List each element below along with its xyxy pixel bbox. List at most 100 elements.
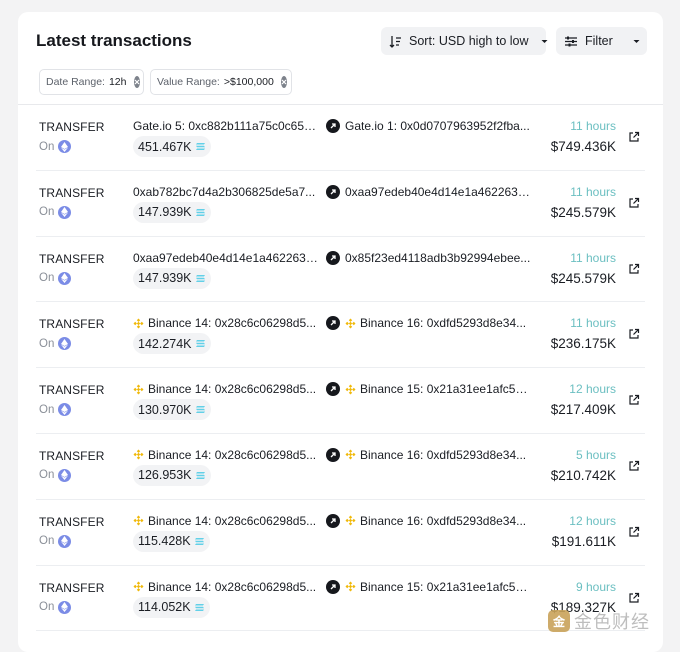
amount-value: 114.052K xyxy=(138,600,191,615)
chip-value: 12h xyxy=(108,76,127,88)
binance-icon xyxy=(345,449,356,460)
arrow-up-right-icon xyxy=(326,316,340,331)
tx-to[interactable]: Binance 16: 0xdfd5293d8e34... xyxy=(345,448,533,462)
tx-usd: $245.579K xyxy=(550,270,616,286)
external-link-icon[interactable] xyxy=(628,328,640,340)
tx-amount: 126.953K xyxy=(133,464,211,486)
external-link-icon[interactable] xyxy=(628,526,640,538)
tx-chain: On xyxy=(39,534,72,548)
tx-usd: $210.742K xyxy=(550,467,616,483)
close-icon[interactable] xyxy=(280,76,287,88)
token-icon xyxy=(195,471,205,479)
transaction-row[interactable]: TRANSFER On Binance 14: 0x28c6c06298d5..… xyxy=(18,302,663,369)
external-link-icon[interactable] xyxy=(628,263,640,275)
tx-usd: $191.611K xyxy=(551,533,616,549)
chain-label: On xyxy=(39,206,55,219)
watermark: 金 金色财经 xyxy=(548,606,674,636)
sort-label: Sort: USD high to low xyxy=(409,34,529,48)
tx-amount: 451.467K xyxy=(133,136,211,157)
chain-label: On xyxy=(39,535,55,548)
from-address: Gate.io 5: 0xc882b111a75c0c657f... xyxy=(133,119,321,133)
external-link-icon[interactable] xyxy=(628,394,640,406)
amount-value: 147.939K xyxy=(138,271,192,286)
token-icon xyxy=(194,537,204,545)
external-link-icon[interactable] xyxy=(628,131,640,143)
transactions-list: TRANSFER On Gate.io 5: 0xc882b111a75c0c6… xyxy=(18,105,663,632)
tx-from[interactable]: 0xaa97edeb40e4d14e1a462263d... xyxy=(133,251,321,265)
tx-from[interactable]: Binance 14: 0x28c6c06298d5... xyxy=(133,448,321,462)
tx-time: 11 hours xyxy=(570,316,616,331)
tx-from[interactable]: Binance 14: 0x28c6c06298d5... xyxy=(133,580,321,594)
sort-dropdown[interactable]: Sort: USD high to low xyxy=(381,27,547,55)
external-link-icon[interactable] xyxy=(628,592,640,604)
to-address: 0xaa97edeb40e4d14e1a462263d... xyxy=(345,184,533,199)
tx-chain: On xyxy=(39,271,72,285)
arrow-up-right-icon xyxy=(326,382,340,397)
tx-to[interactable]: Binance 15: 0x21a31ee1afc51d... xyxy=(345,580,533,594)
from-address: 0xab782bc7d4a2b306825de5a7... xyxy=(133,184,316,199)
tx-to[interactable]: Binance 15: 0x21a31ee1afc51d... xyxy=(345,382,533,396)
tx-to[interactable]: 0x85f23ed4118adb3b92994ebee... xyxy=(345,251,533,265)
chain-label: On xyxy=(39,140,55,153)
tx-type: TRANSFER xyxy=(39,120,105,134)
external-link-icon[interactable] xyxy=(628,460,640,472)
tx-type: TRANSFER xyxy=(39,317,105,332)
tx-amount: 142.274K xyxy=(133,333,211,355)
external-link-icon[interactable] xyxy=(628,197,640,209)
tx-time: 11 hours xyxy=(570,119,616,133)
date-range-chip[interactable]: Date Range: 12h xyxy=(39,69,144,95)
tx-time: 11 hours xyxy=(570,184,616,199)
chevron-down-icon xyxy=(541,39,547,43)
from-address: Binance 14: 0x28c6c06298d5... xyxy=(148,513,317,528)
ethereum-icon xyxy=(58,403,72,417)
token-icon xyxy=(195,406,205,414)
amount-value: 142.274K xyxy=(138,336,192,351)
tx-amount: 115.428K xyxy=(133,530,210,552)
filter-button[interactable]: Filter xyxy=(556,27,647,55)
tx-to[interactable]: Binance 16: 0xdfd5293d8e34... xyxy=(345,514,533,528)
transaction-row[interactable]: TRANSFER On Gate.io 5: 0xc882b111a75c0c6… xyxy=(18,105,663,171)
chain-label: On xyxy=(39,601,55,614)
from-address: Binance 14: 0x28c6c06298d5... xyxy=(148,447,317,462)
token-icon xyxy=(194,603,204,611)
tx-time: 12 hours xyxy=(569,382,616,397)
transaction-row[interactable]: TRANSFER On Binance 14: 0x28c6c06298d5..… xyxy=(18,434,663,500)
close-icon[interactable] xyxy=(133,76,140,88)
arrow-up-right-icon xyxy=(326,184,340,199)
tx-usd: $749.436K xyxy=(550,139,616,154)
token-icon xyxy=(195,143,205,150)
tx-from[interactable]: 0xab782bc7d4a2b306825de5a7... xyxy=(133,185,321,199)
tx-from[interactable]: Binance 14: 0x28c6c06298d5... xyxy=(133,514,321,528)
tx-from[interactable]: Gate.io 5: 0xc882b111a75c0c657f... xyxy=(133,119,321,133)
tx-type: TRANSFER xyxy=(39,251,105,266)
ethereum-icon xyxy=(58,271,72,285)
chip-key: Date Range: xyxy=(46,76,105,88)
amount-value: 147.939K xyxy=(138,205,192,220)
tx-from[interactable]: Binance 14: 0x28c6c06298d5... xyxy=(133,316,321,330)
watermark-logo: 金 xyxy=(548,610,570,632)
filter-sliders-icon xyxy=(565,36,577,46)
tx-to[interactable]: Binance 16: 0xdfd5293d8e34... xyxy=(345,316,533,330)
tx-time: 5 hours xyxy=(575,447,616,462)
value-range-chip[interactable]: Value Range: >$100,000 xyxy=(150,69,292,95)
tx-from[interactable]: Binance 14: 0x28c6c06298d5... xyxy=(133,382,321,396)
ethereum-icon xyxy=(58,205,72,219)
tx-to[interactable]: Gate.io 1: 0x0d0707963952f2fba... xyxy=(345,119,533,133)
transaction-row[interactable]: TRANSFER On Binance 14: 0x28c6c06298d5..… xyxy=(18,368,663,434)
tx-type: TRANSFER xyxy=(39,580,105,595)
token-icon xyxy=(195,274,205,282)
to-address: Binance 16: 0xdfd5293d8e34... xyxy=(360,316,527,331)
chip-key: Value Range: xyxy=(157,76,220,88)
tx-amount: 147.939K xyxy=(133,267,211,289)
tx-to[interactable]: 0xaa97edeb40e4d14e1a462263d... xyxy=(345,185,533,199)
from-address: 0xaa97edeb40e4d14e1a462263d... xyxy=(133,250,321,265)
transaction-row[interactable]: TRANSFER On Binance 14: 0x28c6c06298d5..… xyxy=(18,500,663,566)
transaction-row[interactable]: TRANSFER On 0xab782bc7d4a2b306825de5a7..… xyxy=(18,171,663,237)
transaction-row[interactable]: TRANSFER On 0xaa97edeb40e4d14e1a462263d.… xyxy=(18,237,663,303)
arrow-up-right-icon xyxy=(326,119,340,133)
arrow-up-right-icon xyxy=(326,250,340,265)
token-icon xyxy=(195,208,205,216)
to-address: Binance 16: 0xdfd5293d8e34... xyxy=(360,447,527,462)
binance-icon xyxy=(133,449,144,460)
tx-type: TRANSFER xyxy=(39,514,105,529)
